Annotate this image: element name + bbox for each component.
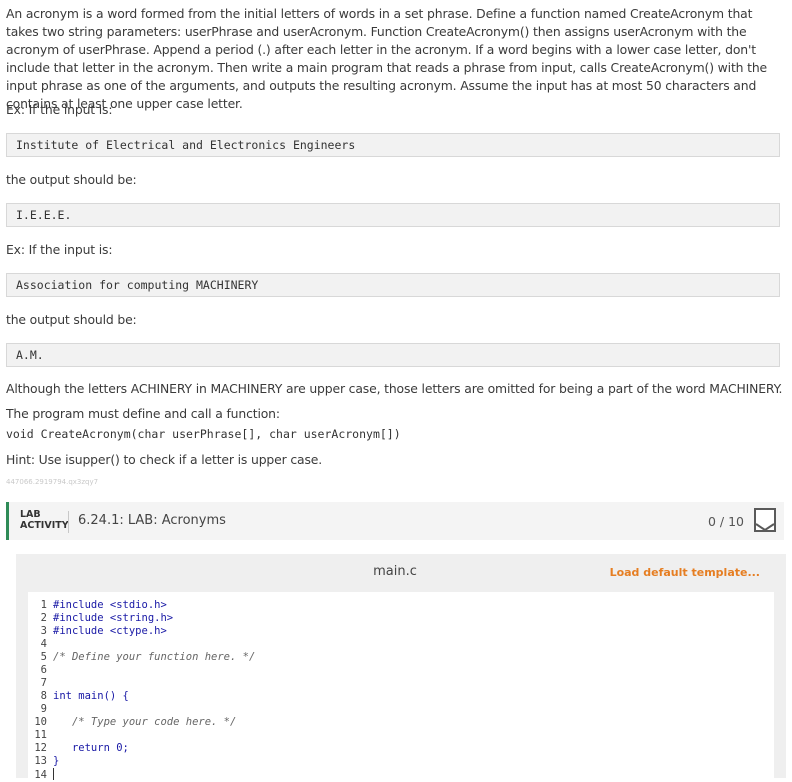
line-number: 1 (40, 599, 47, 611)
lab-score: 0 / 10 (707, 514, 744, 529)
hint-text: Hint: Use isupper() to check if a letter… (6, 452, 323, 467)
line-number: 10 (34, 716, 47, 728)
code-editor[interactable]: 1 #include <stdio.h> 2 #include <string.h> 3… (28, 592, 774, 781)
code-line[interactable]: 1 #include <stdio.h> (28, 599, 167, 612)
code-line[interactable]: 3 #include <ctype.h> (28, 625, 167, 638)
line-number: 14 (34, 769, 47, 781)
code-text: /* Define your function here. */ (53, 651, 256, 663)
load-default-template-link[interactable]: Load default template... (610, 566, 760, 579)
completion-checkbox-icon (754, 508, 776, 532)
code-text: return 0; (53, 742, 129, 754)
code-line[interactable]: 8 int main() { (28, 690, 129, 703)
code-line[interactable]: 6 (28, 664, 53, 677)
lab-activity-label: LAB ACTIVITY (20, 509, 69, 531)
code-line[interactable]: 5 /* Define your function here. */ (28, 651, 256, 664)
text-cursor (53, 768, 54, 780)
example-1-label: Ex: If the input is: (6, 102, 113, 117)
code-line[interactable]: 7 (28, 677, 53, 690)
example-1-output: I.E.E.E. (6, 203, 780, 227)
example-2-input: Association for computing MACHINERY (6, 273, 780, 297)
function-signature: void CreateAcronym(char userPhrase[], ch… (6, 427, 401, 441)
lab-title: 6.24.1: LAB: Acronyms (78, 513, 226, 528)
code-line[interactable]: 2 #include <string.h> (28, 612, 173, 625)
line-number: 12 (34, 742, 47, 754)
page: An acronym is a word formed from the ini… (0, 0, 792, 781)
example-2-output: A.M. (6, 343, 780, 367)
code-text: int main() { (53, 690, 129, 702)
example-2-output-label: the output should be: (6, 312, 137, 327)
code-line[interactable]: 13} (28, 755, 59, 768)
lab-activity-header: LAB ACTIVITY 6.24.1: LAB: Acronyms 0 / 1… (6, 502, 784, 540)
line-number: 9 (40, 703, 47, 715)
code-text: } (53, 755, 60, 767)
code-text: #include <ctype.h> (53, 625, 167, 637)
lab-divider (68, 511, 69, 533)
line-number: 7 (40, 677, 47, 689)
code-text: #include <stdio.h> (53, 599, 167, 611)
code-text: #include <string.h> (53, 612, 174, 624)
code-line[interactable]: 9 (28, 703, 53, 716)
line-number: 3 (40, 625, 47, 637)
line-number: 13 (34, 755, 47, 767)
example-2-label: Ex: If the input is: (6, 242, 113, 257)
code-line[interactable]: 4 (28, 638, 53, 651)
code-line[interactable]: 11 (28, 729, 53, 742)
line-number: 2 (40, 612, 47, 624)
lab-label-line1: LAB (20, 509, 41, 520)
note-text: Although the letters ACHINERY in MACHINE… (6, 381, 783, 396)
code-line[interactable]: 12 return 0; (28, 742, 129, 755)
lab-accent-bar (6, 502, 9, 540)
code-text: /* Type your code here. */ (53, 716, 237, 728)
problem-description: An acronym is a word formed from the ini… (6, 6, 768, 111)
activity-id: 447066.2919794.qx3zqy7 (6, 478, 99, 486)
code-editor-panel: main.c Load default template... 1 #includ… (16, 554, 786, 781)
line-number: 4 (40, 638, 47, 650)
code-line[interactable]: 10 /* Type your code here. */ (28, 716, 236, 729)
line-number: 6 (40, 664, 47, 676)
line-number: 5 (40, 651, 47, 663)
example-1-input: Institute of Electrical and Electronics … (6, 133, 780, 157)
lab-label-line2: ACTIVITY (20, 520, 69, 531)
example-1-output-label: the output should be: (6, 172, 137, 187)
line-number: 11 (34, 729, 47, 741)
code-line[interactable]: 14 (28, 768, 54, 781)
define-text: The program must define and call a funct… (6, 406, 280, 421)
line-number: 8 (40, 690, 47, 702)
